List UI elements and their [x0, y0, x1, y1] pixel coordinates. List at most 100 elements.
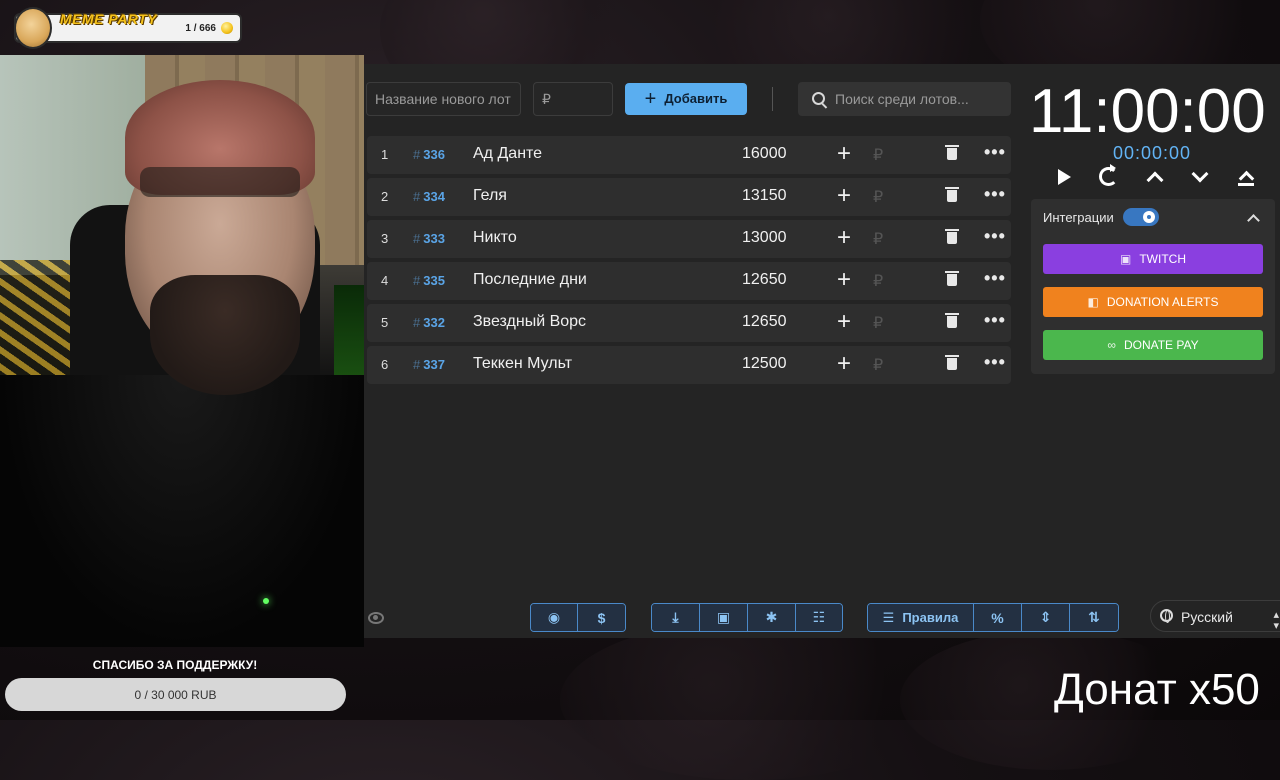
chevron-up-icon[interactable]: [1247, 214, 1260, 227]
chevron-up-icon[interactable]: [1146, 171, 1164, 189]
percent-button[interactable]: %: [974, 604, 1022, 631]
more-options-icon[interactable]: •••: [984, 310, 1006, 331]
lot-name[interactable]: Последние дни: [473, 271, 587, 289]
sort-button[interactable]: ⇅: [1070, 604, 1118, 631]
lot-name[interactable]: Никто: [473, 229, 517, 247]
trash-icon[interactable]: [945, 313, 959, 328]
add-amount-icon[interactable]: +: [837, 182, 851, 210]
lot-row[interactable]: 1 #336 Ад Данте 16000 + ₽ •••: [367, 136, 1011, 174]
add-amount-icon[interactable]: +: [837, 224, 851, 252]
bug-button[interactable]: ✱: [748, 604, 796, 631]
integration-button-donate-pay[interactable]: ∞ DONATE PAY: [1043, 330, 1263, 360]
integration-button-donation-alerts[interactable]: ◧ DONATION ALERTS: [1043, 287, 1263, 317]
more-options-icon[interactable]: •••: [984, 226, 1006, 247]
lot-amount: 13000: [742, 229, 787, 246]
donatepay-icon: ∞: [1107, 338, 1116, 352]
trash-icon[interactable]: [945, 271, 959, 286]
ruble-input-icon[interactable]: ₽: [873, 355, 883, 375]
add-amount-icon[interactable]: +: [837, 266, 851, 294]
lot-number: 1: [381, 147, 389, 162]
save-button[interactable]: ▣: [700, 604, 748, 631]
ruble-input-icon[interactable]: ₽: [873, 187, 883, 207]
integrations-label: Интеграции: [1043, 210, 1114, 225]
ruble-input-icon[interactable]: ₽: [873, 271, 883, 291]
lot-id-value: 336: [423, 147, 445, 162]
add-amount-icon[interactable]: +: [837, 308, 851, 336]
integration-button-twitch[interactable]: ▣ TWITCH: [1043, 244, 1263, 274]
sort-icon: ⇅: [1088, 609, 1100, 625]
donate-button[interactable]: $: [578, 604, 625, 631]
more-options-icon[interactable]: •••: [984, 268, 1006, 289]
more-options-icon[interactable]: •••: [984, 184, 1006, 205]
bug-icon: ✱: [765, 609, 778, 625]
ruble-input-icon[interactable]: ₽: [873, 229, 883, 249]
clear-list-icon: ☷: [812, 609, 826, 625]
add-amount-icon[interactable]: +: [837, 350, 851, 378]
ruble-input-icon[interactable]: ₽: [873, 313, 883, 333]
auction-app: Название нового лот ₽ + Добавить Поиск ср…: [364, 64, 1280, 638]
lot-id[interactable]: #337: [413, 357, 445, 372]
trash-icon[interactable]: [945, 187, 959, 202]
language-select[interactable]: Русский ▴ ▾: [1150, 600, 1280, 632]
lot-name[interactable]: Теккен Мульт: [473, 355, 572, 373]
rules-button[interactable]: ☰ Правила: [868, 604, 974, 631]
lot-name[interactable]: Звездный Ворс: [473, 313, 586, 331]
lot-row[interactable]: 4 #335 Последние дни 12650 + ₽ •••: [367, 262, 1011, 300]
more-options-icon[interactable]: •••: [984, 142, 1006, 163]
lot-name[interactable]: Геля: [473, 187, 507, 205]
download-button[interactable]: ⤓: [652, 604, 700, 631]
lot-id-value: 335: [423, 273, 445, 288]
timer-sub-display: 00:00:00: [1113, 143, 1192, 163]
github-icon: ◉: [547, 609, 561, 625]
trash-icon[interactable]: [945, 229, 959, 244]
donat-multiplier-text: Донат x50: [1054, 665, 1260, 714]
save-icon: ▣: [716, 609, 731, 625]
more-options-icon[interactable]: •••: [984, 352, 1006, 373]
clear-lots-button[interactable]: ☷: [796, 604, 842, 631]
download-icon: ⤓: [672, 609, 679, 625]
plus-icon: +: [644, 88, 657, 110]
integration-label: TWITCH: [1139, 252, 1186, 266]
lot-number: 3: [381, 231, 389, 246]
lot-id[interactable]: #336: [413, 147, 445, 162]
trash-icon[interactable]: [945, 145, 959, 160]
dollar-icon: $: [597, 609, 606, 626]
add-amount-icon[interactable]: +: [837, 140, 851, 168]
ruble-input-icon[interactable]: ₽: [873, 145, 883, 165]
add-lot-label: Добавить: [664, 91, 728, 106]
restart-icon[interactable]: [1099, 164, 1118, 186]
add-lot-button[interactable]: + Добавить: [625, 83, 747, 115]
lot-row[interactable]: 6 #337 Теккен Мульт 12500 + ₽ •••: [367, 346, 1011, 384]
lot-amount-input[interactable]: ₽: [533, 82, 613, 116]
compress-button[interactable]: ⇕: [1022, 604, 1070, 631]
play-icon[interactable]: [1058, 169, 1071, 185]
timer-display: 11:00:00: [1029, 77, 1266, 146]
toolbar-divider: [772, 87, 773, 111]
lot-name[interactable]: Ад Данте: [473, 145, 542, 163]
doge-avatar: [14, 7, 52, 49]
to-top-icon[interactable]: [1238, 170, 1255, 187]
new-lot-input[interactable]: Название нового лот: [366, 82, 521, 116]
lot-row[interactable]: 3 #333 Никто 13000 + ₽ •••: [367, 220, 1011, 258]
meme-party-banner: MEME PARTY 1 / 666: [14, 7, 242, 49]
rules-label: Правила: [902, 610, 959, 625]
eye-icon[interactable]: [368, 612, 384, 624]
github-button[interactable]: ◉: [531, 604, 578, 631]
integrations-toggle[interactable]: [1123, 208, 1159, 226]
toolbar-group-settings: ☰ Правила % ⇕ ⇅: [867, 603, 1119, 632]
trash-icon[interactable]: [945, 355, 959, 370]
hash-icon: #: [413, 231, 421, 246]
lot-row[interactable]: 5 #332 Звездный Ворс 12650 + ₽ •••: [367, 304, 1011, 342]
lot-search-input[interactable]: Поиск среди лотов...: [798, 82, 1011, 116]
lot-number: 5: [381, 315, 389, 330]
hash-icon: #: [413, 357, 421, 372]
background-rose: [560, 620, 940, 780]
lot-id[interactable]: #332: [413, 315, 445, 330]
lot-id[interactable]: #335: [413, 273, 445, 288]
donation-progress-bar: 0 / 30 000 RUB: [5, 678, 346, 711]
lot-id[interactable]: #334: [413, 189, 445, 204]
lot-amount: 12500: [742, 355, 787, 372]
lot-row[interactable]: 2 #334 Геля 13150 + ₽ •••: [367, 178, 1011, 216]
chevron-down-icon[interactable]: [1191, 165, 1209, 183]
lot-id[interactable]: #333: [413, 231, 445, 246]
